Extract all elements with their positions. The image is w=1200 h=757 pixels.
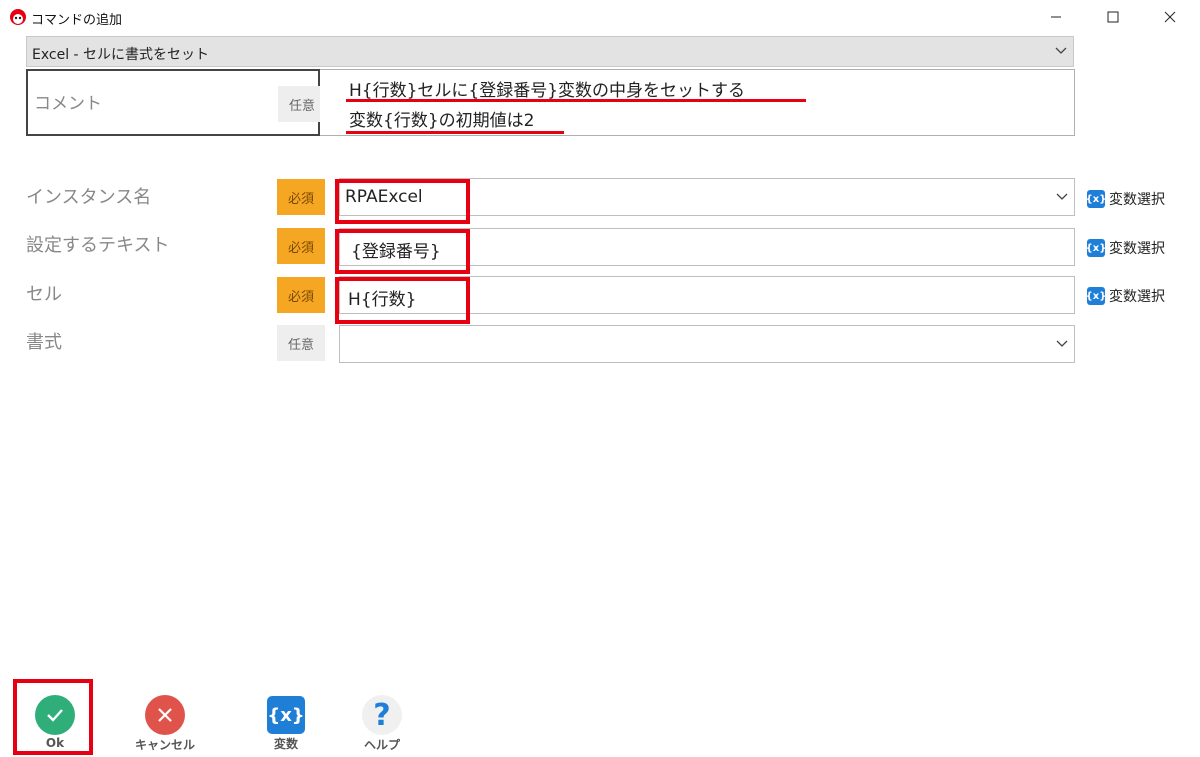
variable-select-button[interactable]: {x} 変数選択: [1086, 238, 1165, 258]
highlight-underline-2: [346, 131, 564, 134]
help-icon: ?: [362, 695, 402, 735]
required-badge: 必須: [277, 228, 325, 264]
comment-line-1: H{行数}セルに{登録番号}変数の中身をセットする: [349, 81, 746, 101]
format-select[interactable]: [339, 325, 1075, 363]
title-bar: コマンドの追加: [0, 0, 1200, 34]
instance-name-label: インスタンス名: [26, 187, 152, 208]
variable-select-button[interactable]: {x} 変数選択: [1086, 189, 1165, 209]
highlight-box-text: [335, 229, 470, 274]
variable-select-label: 変数選択: [1109, 289, 1165, 305]
format-label: 書式: [26, 332, 62, 353]
optional-badge: 任意: [278, 86, 326, 122]
help-button-label: ヘルプ: [363, 738, 400, 752]
chevron-down-icon: [1056, 340, 1068, 347]
variable-icon: {x}: [267, 696, 305, 734]
highlight-box-ok: [13, 679, 93, 755]
variables-button[interactable]: {x} 変数: [246, 692, 326, 754]
variable-select-button[interactable]: {x} 変数選択: [1086, 286, 1165, 306]
text-to-set-label: 設定するテキスト: [26, 235, 170, 256]
cancel-button-label: キャンセル: [134, 738, 195, 752]
highlight-box-instance: [335, 179, 470, 224]
maximize-button[interactable]: [1090, 0, 1136, 34]
cancel-button[interactable]: キャンセル: [125, 692, 205, 754]
variables-button-label: 変数: [273, 737, 298, 751]
required-badge: 必須: [277, 179, 325, 215]
comment-textarea[interactable]: H{行数}セルに{登録番号}変数の中身をセットする 変数{行数}の初期値は2: [320, 69, 1075, 136]
command-select[interactable]: Excel - セルに書式をセット: [26, 36, 1074, 67]
comment-label: コメント: [34, 94, 102, 114]
variable-icon: {x}: [1086, 239, 1106, 257]
close-icon: [1164, 11, 1176, 23]
minimize-icon: [1051, 16, 1061, 18]
app-logo-icon: [10, 9, 26, 25]
minimize-button[interactable]: [1033, 0, 1079, 34]
highlight-underline-1: [346, 99, 806, 102]
comment-line-2: 変数{行数}の初期値は2: [349, 111, 535, 131]
close-circle-icon: [145, 695, 185, 735]
variable-icon: {x}: [1086, 190, 1106, 208]
maximize-icon: [1107, 11, 1119, 23]
cell-label: セル: [26, 284, 62, 305]
variable-select-label: 変数選択: [1109, 192, 1165, 208]
window-title: コマンドの追加: [31, 13, 123, 28]
highlight-box-cell: [335, 277, 470, 324]
chevron-down-icon: [1056, 193, 1068, 200]
required-badge: 必須: [277, 277, 325, 313]
variable-select-label: 変数選択: [1109, 241, 1165, 257]
chevron-down-icon: [1055, 47, 1067, 54]
comment-label-box: コメント 任意: [26, 69, 326, 136]
close-button[interactable]: [1147, 0, 1193, 34]
variable-icon: {x}: [1086, 287, 1106, 305]
optional-badge: 任意: [277, 325, 325, 361]
command-select-value: Excel - セルに書式をセット: [32, 47, 210, 63]
help-button[interactable]: ? ヘルプ: [342, 692, 422, 754]
